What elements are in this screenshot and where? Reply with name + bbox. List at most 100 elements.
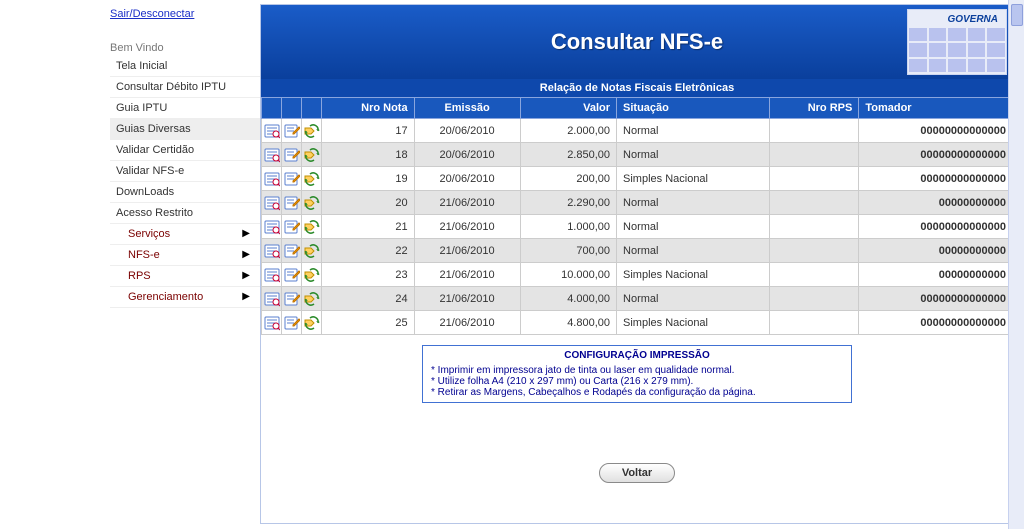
cell-nro-nota: 25 [322,311,415,335]
menu-item-guias-diversas[interactable]: Guias Diversas [110,119,260,140]
view-icon [264,316,280,328]
view-icon [264,220,280,232]
menu-item-validar-certidao[interactable]: Validar Certidão [110,140,260,161]
menu-item-label: NFS-e [128,249,160,261]
cell-situacao: Normal [617,143,770,167]
row-view-action[interactable] [262,287,282,311]
row-edit-action[interactable] [282,239,302,263]
table-row: 1720/06/20102.000,00Normal00000000000000 [262,119,1013,143]
menu-item-gerenciamento[interactable]: Gerenciamento▶ [110,287,260,308]
cell-emissao: 21/06/2010 [414,263,520,287]
row-tag-action[interactable] [302,119,322,143]
menu-item-acesso-restrito[interactable]: Acesso Restrito [110,203,260,224]
edit-icon [284,268,300,280]
cell-nro-nota: 18 [322,143,415,167]
cell-nro-rps [769,263,859,287]
cell-nro-rps [769,311,859,335]
view-icon [264,244,280,256]
col-valor: Valor [520,98,616,119]
cell-tomador: 00000000000 [859,263,1013,287]
table-row: 2321/06/201010.000,00Simples Nacional000… [262,263,1013,287]
menu-item-consultar-debito-iptu[interactable]: Consultar Débito IPTU [110,77,260,98]
cell-nro-nota: 24 [322,287,415,311]
view-icon [264,172,280,184]
row-view-action[interactable] [262,239,282,263]
menu-item-servicos[interactable]: Serviços▶ [110,224,260,245]
vertical-scrollbar[interactable] [1008,0,1024,529]
row-edit-action[interactable] [282,287,302,311]
row-tag-action[interactable] [302,167,322,191]
voltar-button[interactable]: Voltar [599,463,675,483]
row-view-action[interactable] [262,119,282,143]
cell-situacao: Normal [617,191,770,215]
cell-valor: 700,00 [520,239,616,263]
row-tag-action[interactable] [302,239,322,263]
menu-item-tela-inicial[interactable]: Tela Inicial [110,56,260,77]
table-row: 2121/06/20101.000,00Normal00000000000000 [262,215,1013,239]
row-tag-action[interactable] [302,191,322,215]
cell-valor: 4.800,00 [520,311,616,335]
row-tag-action[interactable] [302,143,322,167]
edit-icon [284,172,300,184]
nfse-table: Nro Nota Emissão Valor Situação Nro RPS … [261,97,1013,335]
menu-item-label: RPS [128,270,151,282]
col-situacao: Situação [617,98,770,119]
col-emissao: Emissão [414,98,520,119]
cell-nro-rps [769,239,859,263]
view-icon [264,124,280,136]
row-edit-action[interactable] [282,167,302,191]
view-icon [264,268,280,280]
row-view-action[interactable] [262,143,282,167]
cell-situacao: Simples Nacional [617,263,770,287]
cell-nro-rps [769,191,859,215]
row-edit-action[interactable] [282,215,302,239]
edit-icon [284,292,300,304]
row-edit-action[interactable] [282,191,302,215]
row-view-action[interactable] [262,215,282,239]
edit-icon [284,148,300,160]
row-tag-action[interactable] [302,215,322,239]
cell-nro-rps [769,167,859,191]
cell-tomador: 00000000000 [859,239,1013,263]
menu-item-downloads[interactable]: DownLoads [110,182,260,203]
cell-situacao: Normal [617,287,770,311]
row-tag-action[interactable] [302,311,322,335]
menu-item-label: Serviços [128,228,170,240]
chevron-right-icon: ▶ [242,249,250,260]
edit-icon [284,316,300,328]
logout-link[interactable]: Sair/Desconectar [110,8,194,20]
row-view-action[interactable] [262,311,282,335]
menu-item-validar-nfse[interactable]: Validar NFS-e [110,161,260,182]
chevron-right-icon: ▶ [242,270,250,281]
row-view-action[interactable] [262,263,282,287]
tag-icon [304,220,320,232]
menu-item-guia-iptu[interactable]: Guia IPTU [110,98,260,119]
cell-tomador: 00000000000000 [859,287,1013,311]
tag-icon [304,148,320,160]
cell-valor: 2.290,00 [520,191,616,215]
cell-valor: 200,00 [520,167,616,191]
row-edit-action[interactable] [282,119,302,143]
row-edit-action[interactable] [282,143,302,167]
cell-situacao: Simples Nacional [617,167,770,191]
cell-tomador: 00000000000000 [859,215,1013,239]
table-row: 1820/06/20102.850,00Normal00000000000000 [262,143,1013,167]
cell-nro-rps [769,215,859,239]
panel: Consultar NFS-e GOVERNA Relação de Notas… [260,4,1014,524]
cell-tomador: 00000000000000 [859,167,1013,191]
tag-icon [304,292,320,304]
cell-emissao: 20/06/2010 [414,143,520,167]
row-edit-action[interactable] [282,311,302,335]
row-view-action[interactable] [262,167,282,191]
row-tag-action[interactable] [302,287,322,311]
menu-item-nfse[interactable]: NFS-e ▶ [110,245,260,266]
edit-icon [284,244,300,256]
edit-icon [284,220,300,232]
row-tag-action[interactable] [302,263,322,287]
tag-icon [304,316,320,328]
scrollbar-thumb[interactable] [1011,4,1023,26]
row-edit-action[interactable] [282,263,302,287]
row-view-action[interactable] [262,191,282,215]
menu-item-rps[interactable]: RPS ▶ [110,266,260,287]
print-config-title: CONFIGURAÇÃO IMPRESSÃO [431,350,843,361]
